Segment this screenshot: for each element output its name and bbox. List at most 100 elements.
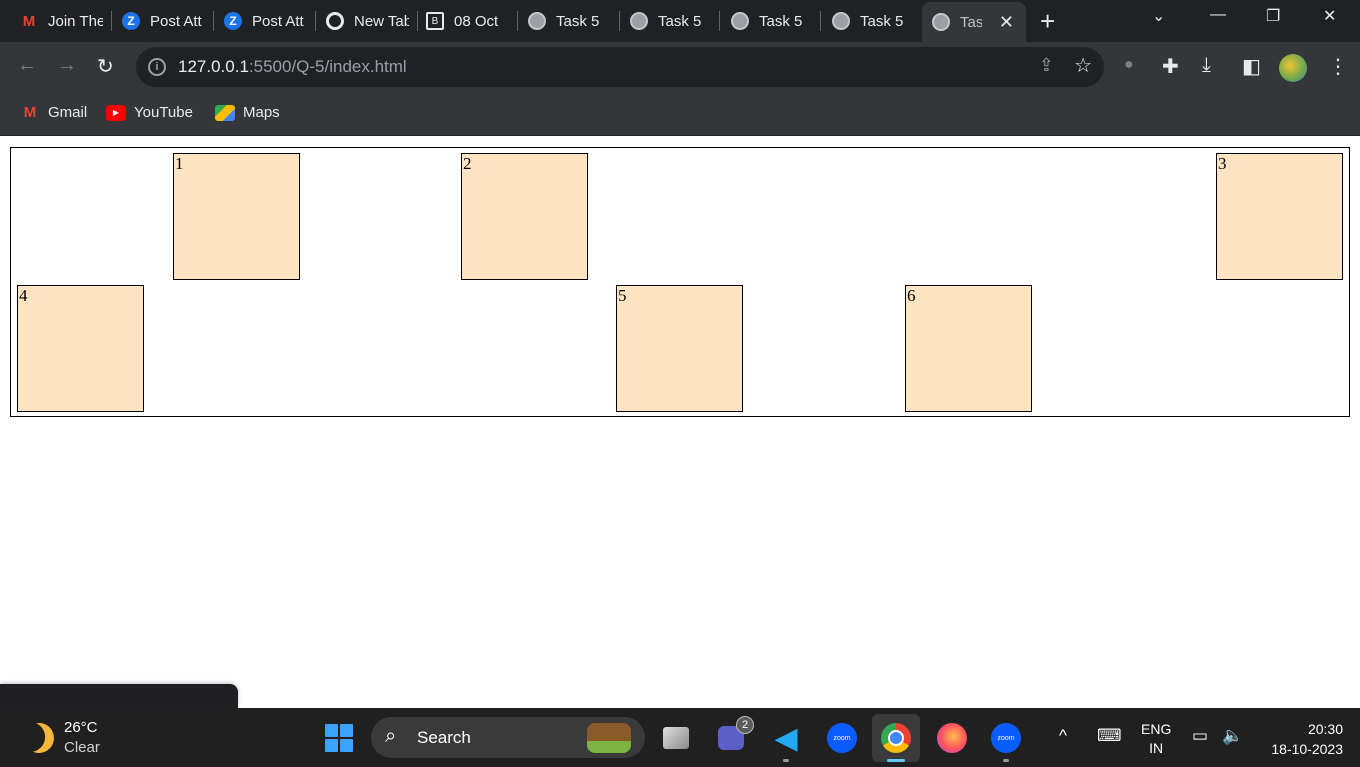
keyboard-icon[interactable]: ⌨ <box>1097 726 1122 746</box>
bookmark-gmail[interactable]: M Gmail <box>20 104 87 121</box>
date: 18-10-2023 <box>1271 741 1343 757</box>
url-text[interactable]: 127.0.0.1:5500/Q-5/index.html <box>178 57 407 77</box>
taskbar-search[interactable]: ⌕ Search <box>371 717 645 758</box>
firefox-icon <box>937 723 967 753</box>
volume-icon[interactable]: 🔈 <box>1222 726 1243 746</box>
browser-toolbar: ← → ↻ i 127.0.0.1:5500/Q-5/index.html ⇪ … <box>0 42 1360 92</box>
zoom-app-1[interactable]: zoom <box>826 722 858 754</box>
tab-join-the[interactable]: M Join The <box>0 0 112 42</box>
extension-bug-icon[interactable]: ● <box>1124 56 1134 74</box>
clock[interactable]: 20:30 18-10-2023 <box>1271 719 1343 759</box>
share-icon[interactable]: ⇪ <box>1039 55 1054 76</box>
address-bar[interactable]: i 127.0.0.1:5500/Q-5/index.html ⇪ ☆ <box>136 47 1104 87</box>
info-icon[interactable]: i <box>148 58 166 76</box>
tab-label: Task 5 <box>860 12 904 30</box>
globe-icon <box>932 13 950 31</box>
zoom-icon: zoom <box>827 723 857 753</box>
region-code: IN <box>1149 740 1164 756</box>
url-path: :5500/Q-5/index.html <box>248 57 407 76</box>
flex-container: 1 2 3 4 5 6 <box>10 147 1350 417</box>
globe-icon <box>630 12 648 30</box>
tab-label: Post Att <box>252 12 304 30</box>
weather-widget[interactable]: 26°C Clear <box>24 718 100 758</box>
bookmark-label: YouTube <box>134 104 193 121</box>
download-icon[interactable]: ⤓ <box>1202 54 1211 77</box>
side-panel-icon[interactable]: ◧ <box>1242 54 1261 79</box>
tab-label: Post Att <box>150 12 202 30</box>
chrome-icon <box>326 12 344 30</box>
bookmarks-bar: M Gmail ▶ YouTube Maps <box>0 92 1360 136</box>
close-icon[interactable]: ✕ <box>999 12 1014 33</box>
tab-task-5-4[interactable]: Task 5 <box>812 0 922 42</box>
chrome-icon <box>881 723 911 753</box>
bookmark-maps[interactable]: Maps <box>215 104 280 121</box>
file-explorer-icon[interactable] <box>663 727 689 749</box>
close-window-icon[interactable]: ✕ <box>1323 6 1336 26</box>
tab-label: Join The <box>48 12 103 30</box>
maps-icon <box>215 104 235 121</box>
menu-kebab-icon[interactable]: ⋮ <box>1328 54 1348 79</box>
chrome-taskbar-button[interactable] <box>872 714 920 762</box>
chevron-up-icon[interactable]: ^ <box>1059 726 1067 746</box>
reload-icon[interactable]: ↻ <box>97 54 114 79</box>
gmail-icon: M <box>22 12 36 30</box>
tab-post-att-2[interactable]: Z Post Att <box>204 0 316 42</box>
tab-label: 08 Oct <box>454 12 499 30</box>
zoom-icon: zoom <box>991 723 1021 753</box>
minimize-icon[interactable]: — <box>1210 6 1226 24</box>
box-3: 3 <box>1216 153 1343 280</box>
notification-badge: 2 <box>736 716 754 734</box>
tab-label: Task 5 <box>759 12 803 30</box>
search-label: Search <box>417 728 471 747</box>
time: 20:30 <box>1307 721 1343 737</box>
weather-temperature: 26°C <box>64 719 98 736</box>
new-tab-button[interactable]: + <box>1040 6 1055 37</box>
globe-icon <box>528 12 546 30</box>
tab-task-5-3[interactable]: Task 5 <box>711 0 821 42</box>
url-host: 127.0.0.1 <box>178 57 249 76</box>
zoho-icon: Z <box>224 12 242 30</box>
network-icon[interactable]: ▭ <box>1192 726 1208 746</box>
box-2: 2 <box>461 153 588 280</box>
bookmark-star-icon[interactable]: ☆ <box>1074 53 1092 78</box>
profile-avatar[interactable] <box>1279 54 1307 82</box>
language-indicator[interactable]: ENG IN <box>1141 720 1171 758</box>
document-icon: B <box>426 12 444 30</box>
back-icon[interactable]: ← <box>17 54 37 77</box>
forward-icon[interactable]: → <box>57 54 77 77</box>
page-viewport: 1 2 3 4 5 6 <box>0 136 1360 708</box>
box-1: 1 <box>173 153 300 280</box>
zoom-app-2[interactable]: zoom <box>990 722 1022 754</box>
globe-icon <box>832 12 850 30</box>
tab-strip: M Join The Z Post Att Z Post Att New Tab… <box>0 0 1360 42</box>
box-5: 5 <box>616 285 743 412</box>
search-icon: ⌕ <box>385 725 397 747</box>
globe-icon <box>731 12 749 30</box>
youtube-icon: ▶ <box>106 104 126 121</box>
weather-flyout-edge <box>0 684 238 708</box>
firefox-taskbar-button[interactable] <box>936 722 968 754</box>
tab-label: Task 5 <box>658 12 702 30</box>
bookmark-youtube[interactable]: ▶ YouTube <box>106 104 193 121</box>
tab-task-active[interactable]: Task ✕ <box>922 2 1026 42</box>
tab-08-oct[interactable]: B 08 Oct <box>406 0 518 42</box>
box-4: 4 <box>17 285 144 412</box>
zoho-icon: Z <box>122 12 140 30</box>
restore-icon[interactable]: ❐ <box>1266 6 1280 26</box>
gmail-icon: M <box>23 104 37 121</box>
moon-icon <box>20 719 58 757</box>
active-indicator <box>887 759 905 762</box>
tab-label: Task <box>960 13 982 31</box>
weather-condition: Clear <box>64 739 100 756</box>
tab-new-tab[interactable]: New Tab <box>306 0 418 42</box>
vscode-icon[interactable]: ◀ <box>770 722 802 755</box>
tab-post-att-1[interactable]: Z Post Att <box>102 0 214 42</box>
start-button[interactable] <box>325 724 353 752</box>
tab-search-icon[interactable]: ⌄ <box>1152 6 1165 26</box>
running-indicator <box>1003 759 1009 762</box>
extensions-puzzle-icon[interactable]: ✚ <box>1162 54 1179 79</box>
tab-task-5-2[interactable]: Task 5 <box>610 0 720 42</box>
teams-chat-icon[interactable]: 2 <box>718 716 754 750</box>
tab-task-5-1[interactable]: Task 5 <box>508 0 620 42</box>
box-6: 6 <box>905 285 1032 412</box>
